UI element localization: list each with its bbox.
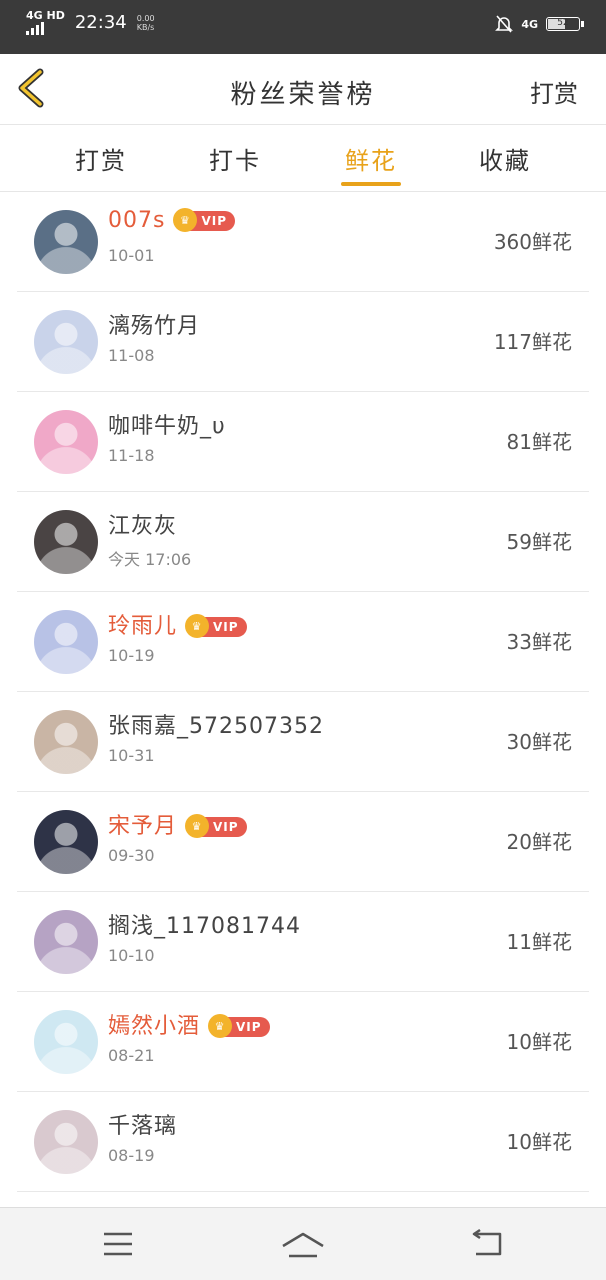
fan-name: 宋予月 ♛ VIP bbox=[108, 808, 247, 840]
system-nav-bar bbox=[0, 1207, 606, 1280]
fan-row[interactable]: 搁浅_117081744 10-10 11鲜花 bbox=[0, 892, 606, 992]
battery-level: 52 bbox=[557, 18, 569, 28]
avatar[interactable] bbox=[34, 1110, 98, 1174]
flower-amount: 11鲜花 bbox=[506, 930, 572, 954]
vip-label: VIP bbox=[201, 214, 227, 228]
fan-name-text: 江灰灰 bbox=[108, 514, 178, 539]
network-type: 4G HD bbox=[26, 9, 65, 22]
active-tab-indicator bbox=[341, 182, 401, 186]
flower-amount: 10鲜花 bbox=[506, 1130, 572, 1154]
tab-checkin[interactable]: 打卡 bbox=[185, 141, 285, 176]
fan-name-text: 玲雨儿 bbox=[108, 614, 178, 639]
flower-amount: 117鲜花 bbox=[493, 330, 572, 354]
fan-name: 张雨嘉_572507352 bbox=[108, 708, 324, 740]
tab-favorites[interactable]: 收藏 bbox=[455, 141, 555, 176]
vip-badge: ♛ VIP bbox=[185, 814, 247, 838]
avatar[interactable] bbox=[34, 710, 98, 774]
tip-button[interactable]: 打赏 bbox=[530, 74, 578, 109]
fan-name: 千落璃 bbox=[108, 1108, 177, 1140]
vip-label: VIP bbox=[213, 820, 239, 834]
fan-date: 10-31 bbox=[108, 746, 155, 765]
fan-name: 搁浅_117081744 bbox=[108, 908, 301, 940]
flower-amount: 20鲜花 bbox=[506, 830, 572, 854]
fan-name-text: 千落璃 bbox=[108, 1114, 178, 1139]
fan-date: 09-30 bbox=[108, 846, 155, 865]
vip-badge: ♛ VIP bbox=[185, 614, 247, 638]
fan-row[interactable]: 玲雨儿 ♛ VIP 10-19 33鲜花 bbox=[0, 592, 606, 692]
fan-name-text: 搁浅_117081744 bbox=[108, 914, 301, 939]
status-bar: 4G HD 22:34 0.00 KB/s 4G 52 bbox=[0, 0, 606, 54]
flower-amount: 33鲜花 bbox=[506, 630, 572, 654]
row-divider bbox=[17, 1191, 589, 1192]
fan-name: 玲雨儿 ♛ VIP bbox=[108, 608, 247, 640]
flower-amount: 360鲜花 bbox=[493, 230, 572, 254]
flower-amount: 30鲜花 bbox=[506, 730, 572, 754]
fan-date: 08-19 bbox=[108, 1146, 155, 1165]
fan-date: 11-18 bbox=[108, 446, 155, 465]
notification-off-icon bbox=[495, 15, 514, 33]
fan-name-text: 007s bbox=[108, 208, 166, 233]
fan-name-text: 张雨嘉_572507352 bbox=[108, 714, 324, 739]
fan-row[interactable]: 嫣然小酒 ♛ VIP 08-21 10鲜花 bbox=[0, 992, 606, 1092]
fan-name-text: 漓殇竹月 bbox=[108, 314, 201, 339]
fan-date: 10-10 bbox=[108, 946, 155, 965]
menu-icon[interactable] bbox=[88, 1226, 148, 1262]
fan-name: 007s ♛ VIP bbox=[108, 208, 235, 233]
fan-row[interactable]: 千落璃 08-19 10鲜花 bbox=[0, 1092, 606, 1192]
fan-date: 今天 17:06 bbox=[108, 550, 192, 569]
fan-name-text: 嫣然小酒 bbox=[108, 1014, 201, 1039]
fan-row[interactable]: 江灰灰今天 17:06 59鲜花 bbox=[0, 492, 606, 592]
fan-date: 11-08 bbox=[108, 346, 155, 365]
fan-row[interactable]: 宋予月 ♛ VIP 09-30 20鲜花 bbox=[0, 792, 606, 892]
crown-icon: ♛ bbox=[185, 614, 210, 638]
fan-row[interactable]: 咖啡牛奶_υ 11-18 81鲜花 bbox=[0, 392, 606, 492]
page-title: 粉丝荣誉榜 bbox=[230, 80, 376, 110]
network-type-right: 4G bbox=[521, 17, 538, 31]
avatar[interactable] bbox=[34, 210, 98, 274]
avatar[interactable] bbox=[34, 510, 98, 574]
fan-date: 08-21 bbox=[108, 1046, 155, 1065]
back-icon[interactable] bbox=[458, 1226, 518, 1262]
fan-name-text: 宋予月 bbox=[108, 814, 178, 839]
crown-icon: ♛ bbox=[208, 1014, 233, 1038]
tab-bar: 打赏 打卡 鲜花 收藏 bbox=[0, 125, 606, 192]
fan-row[interactable]: 漓殇竹月 11-08 117鲜花 bbox=[0, 292, 606, 392]
fan-name: 漓殇竹月 bbox=[108, 308, 200, 340]
vip-badge: ♛ VIP bbox=[208, 1014, 270, 1038]
flower-amount: 59鲜花 bbox=[506, 530, 572, 554]
flower-amount: 10鲜花 bbox=[506, 1030, 572, 1054]
vip-label: VIP bbox=[213, 620, 239, 634]
avatar[interactable] bbox=[34, 810, 98, 874]
fan-date: 10-01 bbox=[108, 246, 155, 265]
avatar[interactable] bbox=[34, 910, 98, 974]
title-bar: 粉丝荣誉榜 打赏 bbox=[0, 54, 606, 125]
fan-name-text: 咖啡牛奶_υ bbox=[108, 414, 226, 439]
avatar[interactable] bbox=[34, 1010, 98, 1074]
fan-name: 江灰灰 bbox=[108, 508, 177, 540]
network-speed: 0.00 KB/s bbox=[136, 13, 155, 32]
fan-name: 咖啡牛奶_υ bbox=[108, 408, 226, 440]
crown-icon: ♛ bbox=[173, 208, 198, 232]
avatar[interactable] bbox=[34, 410, 98, 474]
tab-flowers[interactable]: 鲜花 bbox=[321, 141, 421, 176]
fan-name: 嫣然小酒 ♛ VIP bbox=[108, 1008, 270, 1040]
battery-icon: 52 bbox=[546, 17, 584, 31]
tab-tip[interactable]: 打赏 bbox=[51, 141, 151, 176]
fan-row[interactable]: 张雨嘉_572507352 10-31 30鲜花 bbox=[0, 692, 606, 792]
signal-icon bbox=[26, 21, 65, 35]
status-time: 22:34 bbox=[74, 12, 127, 33]
home-icon[interactable] bbox=[273, 1226, 333, 1262]
fan-list: 007s ♛ VIP 10-01 360鲜花 漓殇竹月 11-08 117鲜花 咖啡牛奶_υ 11… bbox=[0, 192, 606, 1192]
avatar[interactable] bbox=[34, 610, 98, 674]
avatar[interactable] bbox=[34, 310, 98, 374]
crown-icon: ♛ bbox=[185, 814, 210, 838]
fan-row[interactable]: 007s ♛ VIP 10-01 360鲜花 bbox=[0, 192, 606, 292]
flower-amount: 81鲜花 bbox=[506, 430, 572, 454]
fan-date: 10-19 bbox=[108, 646, 155, 665]
vip-label: VIP bbox=[236, 1020, 262, 1034]
vip-badge: ♛ VIP bbox=[173, 208, 235, 232]
